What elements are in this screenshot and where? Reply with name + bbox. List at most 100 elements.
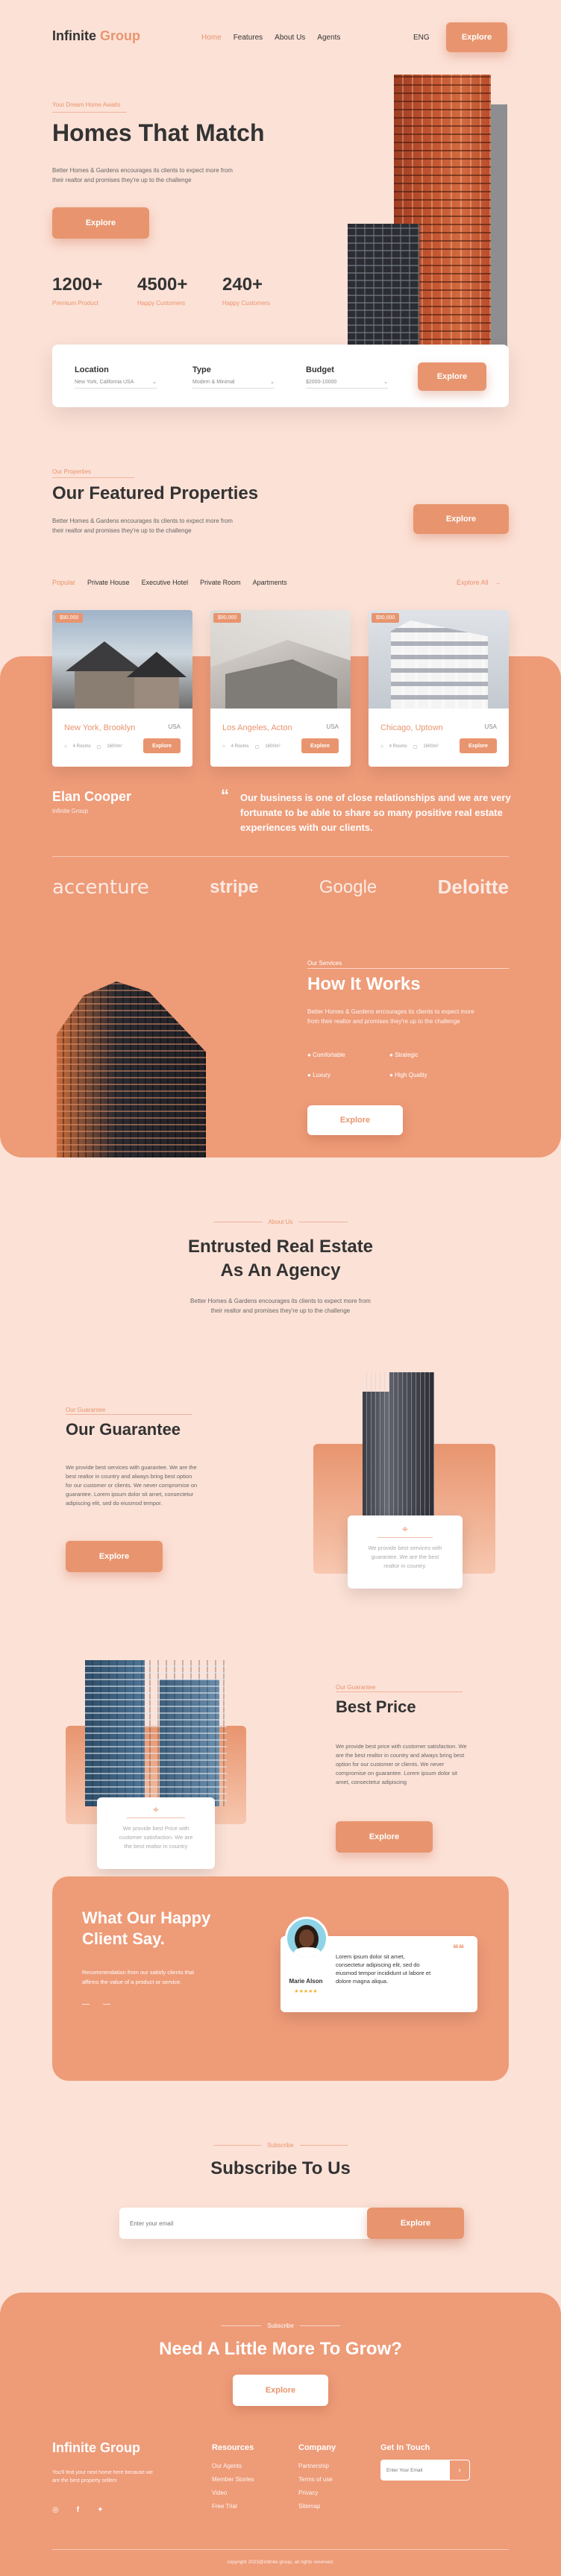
location-field[interactable]: Location New York, California USA ⌄ (75, 365, 157, 389)
chevron-down-icon: ⌄ (383, 380, 388, 385)
tab-apartments[interactable]: Apartments (253, 579, 287, 586)
review-line: Lorem ipsum dolor sit amet, (336, 1953, 405, 1960)
hero-stat-2: 4500+ Happy Customers (137, 274, 187, 307)
brand-name-a: Infinite (52, 28, 96, 43)
reviews-panel: What Our Happy Client Say. Recommendatio… (52, 1876, 509, 2081)
featured-desc-line-1: Better Homes & Gardens encourages its cl… (52, 518, 233, 524)
tab-private-room[interactable]: Private Room (200, 579, 241, 586)
nav-link-agents[interactable]: Agents (317, 34, 340, 42)
guarantee-line: for our customer or clients. We never co… (66, 1482, 198, 1489)
hero-desc-line-2: their realtor and promises they're up to… (52, 177, 192, 183)
stat-value: 1200+ (52, 274, 103, 295)
footer-link[interactable]: Partnership (298, 2460, 336, 2473)
footer-link[interactable]: Sitemap (298, 2500, 336, 2513)
reviews-title: What Our Happy Client Say. (82, 1908, 210, 1950)
type-label: Type (192, 365, 211, 374)
cta-explore-button[interactable]: Explore (233, 2375, 328, 2406)
location-value: New York, California USA (75, 379, 134, 385)
property-explore-button[interactable]: Explore (460, 738, 497, 753)
subscribe-email-input[interactable] (130, 2217, 354, 2230)
type-field[interactable]: Type Modern & Minimal ⌄ (192, 365, 275, 389)
location-pin-icon: ⌖ (153, 1803, 159, 1815)
property-image (52, 610, 192, 709)
chevron-down-icon: ⌄ (152, 380, 157, 385)
tab-executive-hotel[interactable]: Executive Hotel (142, 579, 189, 586)
feature-label: High Quality (395, 1072, 427, 1078)
nav-link-features[interactable]: Features (234, 34, 263, 42)
price-line: amet, consectetur adipiscing (336, 1779, 407, 1785)
instagram-icon[interactable]: ◎ (52, 2506, 59, 2514)
footer-link[interactable]: Member Stories (212, 2473, 254, 2487)
property-explore-button[interactable]: Explore (301, 738, 339, 753)
property-card[interactable]: $90,000 New York, Brooklyn USA ⌂ 4 Rooms… (52, 610, 192, 767)
footer-link[interactable]: Our Agents (212, 2460, 254, 2473)
nav-link-about[interactable]: About Us (275, 34, 305, 42)
footer-col-contact: Get In Touch › (380, 2443, 470, 2481)
price-badge: $90,000 (372, 613, 400, 623)
testimonial-author: Elan Cooper Infinite Group (52, 789, 131, 814)
footer-link[interactable]: Video (212, 2487, 254, 2500)
guarantee-card-line: We provide best services with (368, 1545, 442, 1551)
cta-eyebrow: Subscribe (267, 2322, 294, 2329)
footer-email-input[interactable] (380, 2460, 449, 2481)
featured-explore-button[interactable]: Explore (413, 504, 509, 534)
language-selector[interactable]: ENG (413, 34, 430, 42)
send-arrow-button[interactable]: › (449, 2460, 470, 2481)
search-explore-button[interactable]: Explore (418, 362, 486, 391)
location-pin-icon: ⌖ (402, 1523, 408, 1535)
property-card[interactable]: $90,000 Chicago, Uptown USA ⌂ 4 Rooms ▢ … (369, 610, 509, 767)
property-card[interactable]: $90,000 Los Angeles, Acton USA ⌂ 4 Rooms… (210, 610, 351, 767)
footer-link[interactable]: Terms of use (298, 2473, 336, 2487)
chevron-down-icon: ⌄ (270, 380, 275, 385)
guarantee-line: guarantee. Lorem ipsum dolor sit amet, c… (66, 1491, 194, 1498)
footer-col-title: Resources (212, 2443, 254, 2452)
budget-field[interactable]: Budget $2000-10000 ⌄ (306, 365, 388, 389)
nav-explore-button[interactable]: Explore (446, 22, 507, 52)
price-visual: ⌖ We provide best Price with customer sa… (66, 1660, 246, 1869)
brand-logo[interactable]: Infinite Group (52, 28, 140, 44)
feature-label: Comfortable (313, 1052, 345, 1058)
footer-link[interactable]: Free Trial (212, 2500, 254, 2513)
bed-icon: ⌂ (64, 744, 67, 749)
agency-description: Better Homes & Gardens encourages its cl… (0, 1296, 561, 1316)
guarantee-card: ⌖ We provide best services with guarante… (348, 1515, 463, 1589)
stat-value: 240+ (222, 274, 263, 295)
subscribe-button[interactable]: Explore (367, 2208, 464, 2239)
property-title: New York, Brooklyn (64, 723, 136, 732)
price-building-image (85, 1660, 227, 1806)
testimonial-company: Infinite Group (52, 808, 89, 814)
hero-building-image (348, 75, 507, 347)
footer-brand[interactable]: Infinite Group (52, 2440, 140, 2456)
arrow-right-icon[interactable]: — (103, 2000, 110, 2008)
review-line: consectetur adipiscing elit, sed do (336, 1961, 420, 1968)
property-explore-button[interactable]: Explore (143, 738, 181, 753)
hero-stat-3: 240+ Happy Customers (222, 274, 270, 307)
explore-all-link[interactable]: Explore All → (457, 579, 501, 586)
hero-explore-button[interactable]: Explore (52, 207, 149, 239)
tab-popular[interactable]: Popular (52, 579, 75, 586)
tab-private-house[interactable]: Private House (87, 579, 130, 586)
facebook-icon[interactable]: f (77, 2506, 79, 2514)
quote-icon: “ (221, 786, 229, 805)
agency-title: Entrusted Real Estate As An Agency (0, 1235, 561, 1283)
nav-link-home[interactable]: Home (201, 34, 222, 42)
review-text: Lorem ipsum dolor sit amet, consectetur … (336, 1953, 430, 1985)
area-icon: ▢ (96, 745, 101, 750)
arrow-left-icon[interactable]: — (82, 2000, 90, 2008)
how-eyebrow-line (307, 968, 509, 969)
footer-link[interactable]: Privacy (298, 2487, 336, 2500)
footer-divider (52, 2549, 509, 2550)
price-card-line: customer satisfaction. We are (119, 1834, 193, 1841)
reviews-title-line-2: Client Say. (82, 1929, 165, 1948)
feature-high-quality: ● High Quality (389, 1072, 471, 1078)
property-country: USA (484, 723, 497, 730)
twitter-icon[interactable]: ✦ (97, 2506, 103, 2514)
guarantee-explore-button[interactable]: Explore (66, 1541, 163, 1572)
feature-label: Luxury (313, 1072, 331, 1078)
hero-description: Better Homes & Gardens encourages its cl… (52, 166, 233, 185)
how-explore-button[interactable]: Explore (307, 1105, 403, 1135)
property-image (210, 610, 351, 709)
price-explore-button[interactable]: Explore (336, 1821, 433, 1853)
quote-line-1: Our business is one of close relationshi… (240, 792, 511, 803)
bullet-icon: ● (389, 1052, 395, 1058)
